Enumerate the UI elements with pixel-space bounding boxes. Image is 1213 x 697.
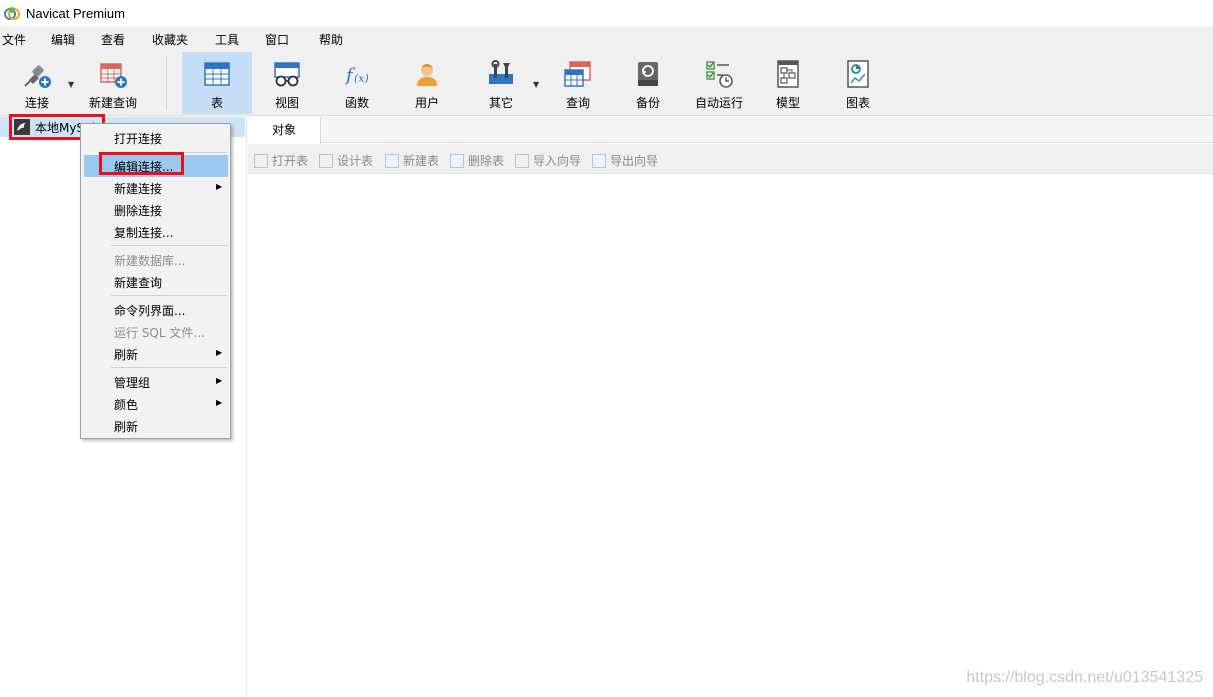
backup-label: 备份 (635, 96, 660, 110)
annotation-red-box-edit (99, 152, 184, 175)
design-table-icon (319, 153, 333, 168)
open-table-label: 打开表 (272, 154, 309, 168)
new-table-icon (385, 153, 399, 168)
menu-item-refresh-sub[interactable]: 刷新 (114, 346, 138, 363)
menu-item-refresh[interactable]: 刷新 (114, 418, 138, 435)
menu-separator (111, 245, 227, 246)
query-label: 查询 (565, 96, 590, 110)
view-glasses-icon (274, 62, 300, 87)
query-button[interactable]: 查询 (551, 52, 605, 114)
auto-run-label: 自动运行 (694, 96, 743, 110)
connect-button[interactable]: 连接 (10, 52, 64, 114)
other-dropdown-icon[interactable]: ▼ (533, 80, 539, 89)
submenu-arrow-icon: ▶ (216, 398, 223, 407)
menu-item-new-connection[interactable]: 新建连接 (114, 180, 162, 197)
auto-run-button[interactable]: 自动运行 (688, 52, 750, 114)
open-table-button[interactable]: 打开表 (254, 152, 308, 169)
chart-label: 图表 (845, 96, 870, 110)
menu-item-new-query[interactable]: 新建查询 (114, 274, 162, 291)
menu-bar: 文件 编辑 查看 收藏夹 工具 窗口 帮助 (0, 26, 1213, 52)
backup-button[interactable]: 备份 (621, 52, 675, 114)
other-label: 其它 (488, 96, 513, 110)
model-icon (777, 60, 799, 88)
menu-item-command-line[interactable]: 命令列界面... (114, 302, 185, 319)
menu-item-run-sql-file: 运行 SQL 文件... (114, 326, 205, 340)
object-toolbar: 打开表 设计表 新建表 删除表 导入向导 导出向导 (248, 144, 1213, 174)
open-table-icon (254, 153, 268, 168)
menu-item-manage-group[interactable]: 管理组 (114, 374, 150, 391)
menu-item-color[interactable]: 颜色 (114, 396, 138, 413)
menu-window[interactable]: 窗口 (265, 31, 289, 48)
menu-file[interactable]: 文件 (2, 31, 26, 48)
menu-edit[interactable]: 编辑 (51, 31, 75, 48)
design-table-label: 设计表 (337, 154, 374, 168)
other-button[interactable]: 其它 (474, 52, 528, 114)
menu-separator (111, 295, 227, 296)
new-table-button[interactable]: 新建表 (385, 152, 439, 169)
new-query-label: 新建查询 (88, 96, 137, 110)
tab-strip: 对象 (248, 117, 1213, 144)
navicat-logo-icon (4, 7, 20, 20)
chart-icon (847, 60, 869, 88)
backup-icon (638, 62, 658, 86)
tab-objects[interactable]: 对象 (248, 117, 321, 144)
svg-text:(x): (x) (354, 72, 369, 85)
export-wizard-label: 导出向导 (610, 154, 659, 168)
model-button[interactable]: 模型 (761, 52, 815, 114)
connect-plug-icon (24, 65, 51, 88)
window-title: Navicat Premium (26, 5, 125, 21)
delete-table-button[interactable]: 删除表 (450, 152, 504, 169)
object-content-area (248, 175, 1213, 697)
function-fx-icon: f (x) (344, 65, 369, 86)
chart-button[interactable]: 图表 (831, 52, 885, 114)
query-icon (564, 61, 591, 87)
delete-table-icon (450, 153, 464, 168)
user-icon (417, 64, 437, 86)
import-wizard-button[interactable]: 导入向导 (515, 152, 581, 169)
function-label: 函数 (344, 96, 369, 110)
table-button[interactable]: 表 (182, 52, 252, 114)
design-table-button[interactable]: 设计表 (319, 152, 373, 169)
auto-run-icon (706, 61, 733, 88)
menu-item-copy-connection[interactable]: 复制连接... (114, 224, 173, 241)
export-wizard-icon (592, 153, 606, 168)
title-bar: Navicat Premium (0, 0, 1213, 26)
menu-tools[interactable]: 工具 (215, 31, 239, 48)
menu-help[interactable]: 帮助 (319, 31, 343, 48)
function-button[interactable]: f (x) 函数 (330, 52, 384, 114)
menu-item-delete-connection[interactable]: 删除连接 (114, 202, 162, 219)
user-button[interactable]: 用户 (400, 52, 454, 114)
view-button[interactable]: 视图 (260, 52, 314, 114)
model-label: 模型 (775, 96, 800, 110)
submenu-arrow-icon: ▶ (216, 348, 223, 357)
import-wizard-label: 导入向导 (533, 154, 582, 168)
delete-table-label: 删除表 (468, 154, 505, 168)
export-wizard-button[interactable]: 导出向导 (592, 152, 658, 169)
new-query-button[interactable]: 新建查询 (84, 52, 142, 114)
menu-view[interactable]: 查看 (101, 31, 125, 48)
table-label: 表 (210, 96, 223, 110)
menu-item-new-database: 新建数据库... (114, 254, 186, 268)
menu-separator (111, 367, 227, 368)
submenu-arrow-icon: ▶ (216, 182, 223, 191)
import-wizard-icon (515, 153, 529, 168)
user-label: 用户 (414, 96, 439, 110)
tools-icon (489, 60, 513, 84)
main-toolbar: 连接 ▼ 新建查询 表 视图 f (x) 函数 用户 其它 ▼ 查询 备份 自动… (0, 52, 1213, 116)
view-label: 视图 (274, 96, 299, 110)
table-icon (204, 62, 230, 86)
new-table-label: 新建表 (403, 154, 440, 168)
connect-label: 连接 (24, 96, 49, 110)
menu-item-open-connection[interactable]: 打开连接 (114, 130, 162, 147)
menu-favorites[interactable]: 收藏夹 (152, 31, 188, 48)
toolbar-separator (166, 56, 167, 110)
connect-dropdown-icon[interactable]: ▼ (68, 80, 74, 89)
new-query-icon (100, 63, 127, 88)
submenu-arrow-icon: ▶ (216, 376, 223, 385)
watermark-text: https://blog.csdn.net/u013541325 (966, 669, 1203, 686)
